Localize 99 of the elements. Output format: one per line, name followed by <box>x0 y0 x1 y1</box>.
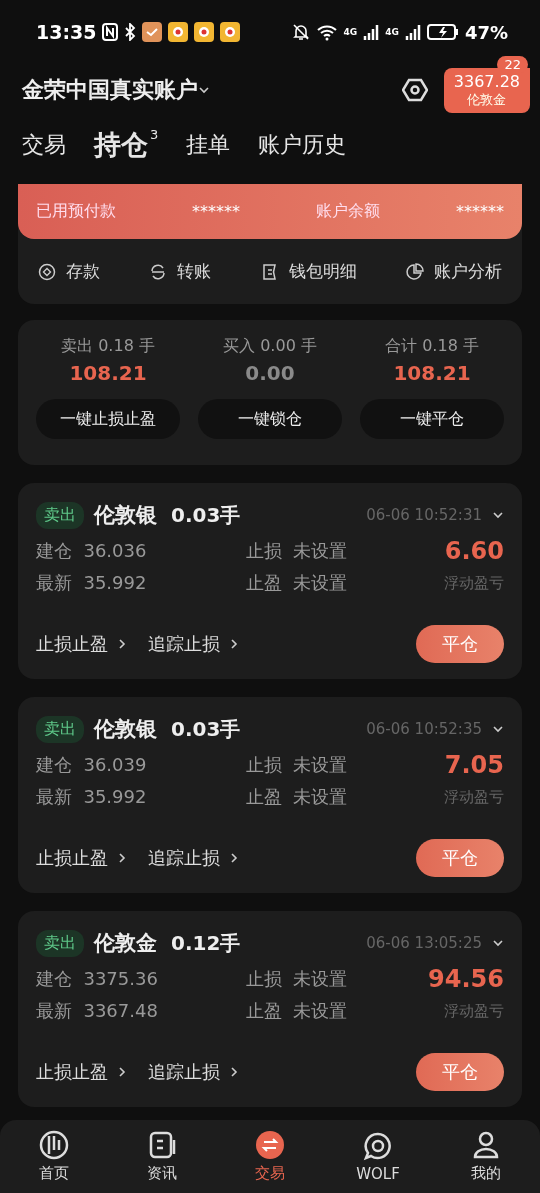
signal-icon <box>363 24 380 40</box>
open-time: 06-06 10:52:35 <box>366 720 482 738</box>
price-value: 3367.28 <box>453 72 520 91</box>
action-button[interactable]: 转账 <box>149 260 212 283</box>
tab[interactable]: 交易 <box>22 130 66 160</box>
side-tag: 卖出 <box>36 715 84 743</box>
profit-value: 7.05 <box>443 751 504 779</box>
lot-size: 0.03手 <box>171 715 241 743</box>
masked-value: ****** <box>192 202 240 221</box>
open-price: 建仓 36.039 <box>36 753 148 777</box>
app-icon <box>194 22 215 42</box>
link-button[interactable]: 止损止盈 <box>36 1060 128 1084</box>
masked-value: ****** <box>456 202 504 221</box>
tab[interactable]: 账户历史 <box>258 130 347 160</box>
open-price: 建仓 36.036 <box>36 539 148 563</box>
chevron-down-icon <box>492 723 504 735</box>
app-icon <box>168 22 189 42</box>
signal-icon <box>404 24 421 40</box>
action-button[interactable]: 存款 <box>38 260 100 283</box>
account-name[interactable]: 金荣中国真实账户 <box>22 75 198 105</box>
tab[interactable]: 挂单 <box>186 130 231 160</box>
profit-value: 94.56 <box>427 965 504 993</box>
chevron-down-icon <box>492 509 504 521</box>
nav-item[interactable]: 资讯 <box>122 1130 202 1183</box>
chevron-down-icon <box>492 937 504 949</box>
chevron-right-icon <box>228 638 240 650</box>
action-button[interactable]: 钱包明细 <box>260 260 357 283</box>
chevron-right-icon <box>228 1066 240 1078</box>
symbol-name: 伦敦金 <box>467 91 507 109</box>
summary-amount: 108.21 <box>69 361 147 385</box>
bluetooth-icon <box>124 23 137 41</box>
lot-size: 0.03手 <box>171 501 241 529</box>
open-time: 06-06 13:05:25 <box>366 934 482 952</box>
side-tag: 卖出 <box>36 501 84 529</box>
take-profit: 止盈 未设置 <box>246 999 349 1023</box>
balance-label: 已用预付款 <box>36 201 116 222</box>
lot-size: 0.12手 <box>171 929 241 957</box>
transfer-icon <box>149 262 168 281</box>
nav-item[interactable]: 首页 <box>14 1130 94 1183</box>
nav-item[interactable]: WOLF <box>338 1130 418 1183</box>
news-icon <box>147 1130 177 1160</box>
action-button[interactable]: 账户分析 <box>406 260 502 283</box>
summary-label: 合计 0.18 手 <box>385 336 479 357</box>
quick-action-button[interactable]: 一键平仓 <box>360 399 504 439</box>
quick-action-button[interactable]: 一键止损止盈 <box>36 399 180 439</box>
chevron-right-icon <box>116 1066 128 1078</box>
chevron-right-icon <box>228 852 240 864</box>
summary-label: 卖出 0.18 手 <box>61 336 155 357</box>
network-type: 4G <box>385 27 399 37</box>
battery-icon <box>426 23 459 41</box>
link-button[interactable]: 止损止盈 <box>36 846 128 870</box>
stop-loss: 止损 未设置 <box>246 967 349 991</box>
app-icon <box>220 22 241 42</box>
nav-item[interactable]: 交易 <box>230 1130 310 1183</box>
coin-icon <box>38 262 56 281</box>
link-button[interactable]: 止损止盈 <box>36 632 128 656</box>
side-tag: 卖出 <box>36 929 84 957</box>
network-type: 4G <box>343 27 358 37</box>
symbol-name: 伦敦银 <box>94 716 157 743</box>
link-button[interactable]: 追踪止损 <box>148 1060 240 1084</box>
quick-action-button[interactable]: 一键锁仓 <box>198 399 342 439</box>
take-profit: 止盈 未设置 <box>246 785 349 809</box>
latest-price: 最新 35.992 <box>36 785 148 809</box>
latest-price: 最新 35.992 <box>36 571 148 595</box>
pie-chart-icon <box>406 262 424 281</box>
profit-label: 浮动盈亏 <box>443 787 504 807</box>
settings-icon[interactable] <box>402 77 428 103</box>
link-button[interactable]: 追踪止损 <box>148 846 240 870</box>
wifi-icon <box>315 23 338 41</box>
chevron-right-icon <box>116 638 128 650</box>
user-icon <box>471 1130 501 1160</box>
summary-amount: 0.00 <box>245 361 295 385</box>
latest-price: 最新 3367.48 <box>36 999 159 1023</box>
exchange-icon <box>255 1130 285 1160</box>
document-icon <box>260 262 279 281</box>
symbol-name: 伦敦金 <box>94 930 157 957</box>
nav-item[interactable]: 我的 <box>446 1130 526 1183</box>
chat-icon <box>363 1130 393 1161</box>
link-button[interactable]: 追踪止损 <box>148 632 240 656</box>
balance-label: 账户余额 <box>316 201 380 222</box>
logo-icon <box>39 1130 69 1160</box>
chevron-down-icon <box>198 84 210 96</box>
stop-loss: 止损 未设置 <box>246 539 349 563</box>
battery-percent: 47% <box>464 21 508 43</box>
nfc-icon <box>102 23 119 41</box>
take-profit: 止盈 未设置 <box>246 571 349 595</box>
stop-loss: 止损 未设置 <box>246 753 349 777</box>
clock-time: 13:35 <box>36 21 97 43</box>
profit-label: 浮动盈亏 <box>443 573 504 593</box>
shield-app-icon <box>142 22 163 42</box>
profit-value: 6.60 <box>443 537 504 565</box>
bell-muted-icon <box>291 23 310 41</box>
chevron-right-icon <box>116 852 128 864</box>
symbol-name: 伦敦银 <box>94 502 157 529</box>
profit-label: 浮动盈亏 <box>443 1001 504 1021</box>
open-price: 建仓 3375.36 <box>36 967 159 991</box>
open-time: 06-06 10:52:31 <box>366 506 482 524</box>
summary-amount: 108.21 <box>393 361 471 385</box>
summary-label: 买入 0.00 手 <box>223 336 317 357</box>
